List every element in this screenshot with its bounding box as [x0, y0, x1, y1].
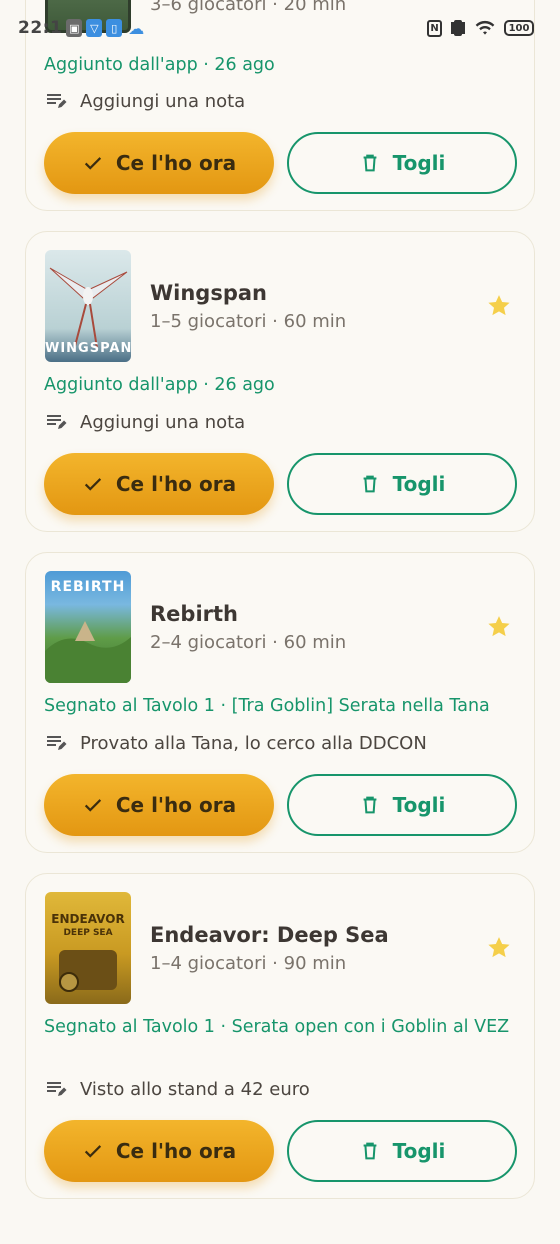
wifi-icon — [475, 20, 495, 35]
note[interactable]: Provato alla Tana, lo cerco alla DDCON — [44, 731, 427, 755]
have-now-label: Ce l'ho ora — [115, 793, 237, 817]
remove-button[interactable]: Togli — [287, 132, 517, 194]
add-note[interactable]: Aggiungi una nota — [44, 89, 245, 113]
remove-button[interactable]: Togli — [287, 774, 517, 836]
remove-label: Togli — [392, 1139, 446, 1163]
trash-icon — [363, 796, 377, 814]
game-meta: 2–4 giocatori · 60 min — [150, 632, 347, 653]
remove-label: Togli — [392, 151, 446, 175]
status-right: N 100 — [427, 19, 534, 37]
have-now-label: Ce l'ho ora — [115, 151, 237, 175]
game-meta: 1–5 giocatori · 60 min — [150, 311, 347, 332]
vibrate-icon — [450, 19, 466, 37]
vpn-icon: ▽ — [86, 19, 103, 37]
game-title: Endeavor: Deep Sea — [150, 923, 389, 947]
have-now-button[interactable]: Ce l'ho ora — [44, 453, 274, 515]
edit-note-icon — [47, 415, 67, 429]
trash-icon — [363, 154, 377, 172]
status-bar: 22:1 ▣ ▽ ▯ ☁ N 100 — [0, 0, 560, 56]
add-note[interactable]: Aggiungi una nota — [44, 410, 245, 434]
game-thumbnail: ENDEAVOR DEEP SEA — [45, 892, 131, 1004]
star-icon[interactable] — [486, 293, 512, 319]
have-now-button[interactable]: Ce l'ho ora — [44, 774, 274, 836]
origin-text: Segnato al Tavolo 1 · [Tra Goblin] Serat… — [44, 696, 490, 716]
game-title: Wingspan — [150, 281, 267, 305]
note-text: Provato alla Tana, lo cerco alla DDCON — [80, 732, 427, 754]
edit-note-icon — [47, 736, 67, 750]
note[interactable]: Visto allo stand a 42 euro — [44, 1077, 310, 1101]
origin-text: Segnato al Tavolo 1 · Serata open con i … — [44, 1017, 510, 1037]
app-notification-icon: ▣ — [66, 19, 83, 37]
nfc-icon: N — [427, 19, 442, 37]
remove-label: Togli — [392, 793, 446, 817]
battery-icon: 100 — [504, 20, 534, 36]
status-time: 22:1 — [18, 18, 63, 38]
wishlist-card: WINGSPAN Wingspan 1–5 giocatori · 60 min… — [25, 231, 535, 532]
remove-button[interactable]: Togli — [287, 453, 517, 515]
game-title: Rebirth — [150, 602, 238, 626]
have-now-label: Ce l'ho ora — [115, 1139, 237, 1163]
have-now-label: Ce l'ho ora — [115, 472, 237, 496]
cloud-icon: ☁ — [128, 18, 145, 38]
check-icon — [84, 478, 101, 491]
remove-button[interactable]: Togli — [287, 1120, 517, 1182]
wishlist-card: REBIRTH Rebirth 2–4 giocatori · 60 min S… — [25, 552, 535, 853]
wishlist-card: ENDEAVOR DEEP SEA Endeavor: Deep Sea 1–4… — [25, 873, 535, 1199]
phone-notification-icon: ▯ — [106, 19, 123, 37]
note-text: Aggiungi una nota — [80, 90, 246, 112]
game-thumbnail: REBIRTH — [45, 571, 131, 683]
origin-text: Aggiunto dall'app · 26 ago — [44, 55, 275, 75]
edit-note-icon — [47, 1082, 67, 1096]
trash-icon — [363, 475, 377, 493]
check-icon — [84, 157, 101, 170]
have-now-button[interactable]: Ce l'ho ora — [44, 132, 274, 194]
check-icon — [84, 799, 101, 812]
note-text: Aggiungi una nota — [80, 411, 246, 433]
origin-text: Aggiunto dall'app · 26 ago — [44, 375, 275, 395]
status-left: 22:1 ▣ ▽ ▯ ☁ — [18, 18, 146, 38]
trash-icon — [363, 1142, 377, 1160]
note-text: Visto allo stand a 42 euro — [80, 1078, 310, 1100]
remove-label: Togli — [392, 472, 446, 496]
have-now-button[interactable]: Ce l'ho ora — [44, 1120, 274, 1182]
star-icon[interactable] — [486, 614, 512, 640]
star-icon[interactable] — [486, 935, 512, 961]
game-meta: 1–4 giocatori · 90 min — [150, 953, 347, 974]
edit-note-icon — [47, 94, 67, 108]
thumbnail-title: WINGSPAN — [45, 341, 131, 356]
game-thumbnail: WINGSPAN — [45, 250, 131, 362]
check-icon — [84, 1145, 101, 1158]
